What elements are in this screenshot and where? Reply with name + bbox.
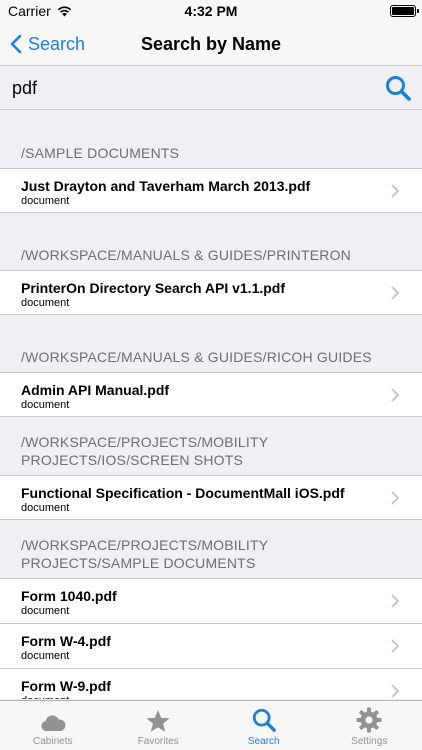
item-title: Admin API Manual.pdf [21, 382, 170, 398]
navigation-bar: Search Search by Name [0, 22, 422, 66]
chevron-right-icon [391, 639, 400, 653]
status-bar: Carrier 4:32 PM [0, 0, 422, 22]
chevron-right-icon [391, 184, 400, 198]
star-icon [146, 710, 170, 732]
back-button-label: Search [28, 33, 86, 54]
item-title: Form W-4.pdf [21, 633, 111, 649]
tab-label: Search [247, 736, 280, 747]
chevron-right-icon [391, 388, 400, 402]
battery-icon [390, 5, 419, 17]
list-item[interactable]: Form W-9.pdf document [0, 668, 422, 699]
search-bar [0, 66, 422, 110]
clock: 4:32 PM [184, 3, 238, 19]
item-title: Form 1040.pdf [21, 588, 117, 604]
section-header: /WORKSPACE/PROJECTS/MOBILITY PROJECTS/SA… [21, 537, 269, 571]
item-title: Form W-9.pdf [21, 678, 111, 694]
item-subtitle: document [21, 650, 70, 662]
item-title: Functional Specification - DocumentMall … [21, 485, 345, 501]
chevron-left-icon [10, 34, 22, 54]
item-subtitle: document [21, 605, 70, 617]
search-icon [386, 76, 411, 101]
chevron-right-icon [391, 286, 400, 300]
gear-icon [356, 707, 382, 733]
section-header: /WORKSPACE/MANUALS & GUIDES/PRINTERON [21, 247, 351, 263]
back-button[interactable]: Search [10, 22, 85, 66]
chevron-right-icon [391, 491, 400, 505]
list-item[interactable]: Functional Specification - DocumentMall … [0, 475, 422, 520]
chevron-right-icon [391, 684, 400, 698]
results-list[interactable]: /SAMPLE DOCUMENTS Just Drayton and Taver… [0, 111, 422, 699]
tab-search[interactable]: Search [211, 701, 317, 750]
section-header: /WORKSPACE/MANUALS & GUIDES/RICOH GUIDES [21, 349, 372, 365]
list-item[interactable]: Just Drayton and Taverham March 2013.pdf… [0, 168, 422, 213]
search-icon [252, 708, 276, 732]
list-item[interactable]: Form W-4.pdf document [0, 623, 422, 668]
item-subtitle: document [21, 695, 69, 699]
item-subtitle: document [21, 297, 70, 309]
item-title: Just Drayton and Taverham March 2013.pdf [21, 178, 311, 194]
search-input[interactable] [0, 66, 370, 110]
tab-settings[interactable]: Settings [317, 701, 422, 750]
section-header: /WORKSPACE/PROJECTS/MOBILITY PROJECTS/IO… [21, 434, 269, 468]
cloud-icon [41, 715, 66, 731]
tab-label: Settings [351, 736, 388, 747]
search-button[interactable] [384, 74, 412, 102]
list-item[interactable]: PrinterOn Directory Search API v1.1.pdf … [0, 270, 422, 315]
tab-label: Favorites [137, 736, 179, 747]
item-title: PrinterOn Directory Search API v1.1.pdf [21, 280, 286, 296]
tab-cabinets[interactable]: Cabinets [0, 701, 106, 750]
tab-favorites[interactable]: Favorites [106, 701, 212, 750]
list-item[interactable]: Form 1040.pdf document [0, 578, 422, 623]
item-subtitle: document [21, 195, 70, 207]
tab-bar: Cabinets Favorites Search Settings [0, 700, 422, 750]
item-subtitle: document [21, 502, 70, 514]
item-subtitle: document [21, 399, 70, 411]
chevron-right-icon [391, 594, 400, 608]
tab-label: Cabinets [33, 736, 73, 747]
section-header: /SAMPLE DOCUMENTS [21, 145, 180, 161]
list-item[interactable]: Admin API Manual.pdf document [0, 372, 422, 417]
